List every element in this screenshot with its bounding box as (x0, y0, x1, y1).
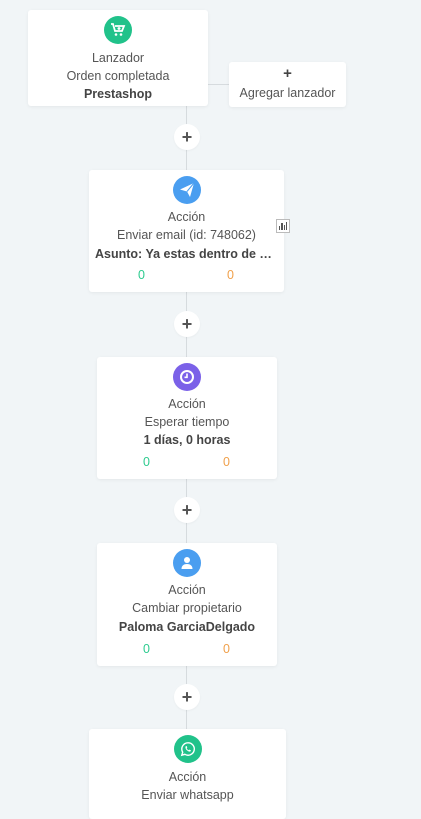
trigger-title: Lanzador (91, 51, 145, 65)
action-subtitle: Esperar tiempo (144, 415, 230, 429)
action-card-whatsapp[interactable]: Acción Enviar whatsapp (89, 729, 286, 819)
action-card-email[interactable]: Acción Enviar email (id: 748062) Asunto:… (89, 170, 284, 292)
action-card-wait[interactable]: Acción Esperar tiempo 1 días, 0 horas 0 … (97, 357, 277, 479)
trigger-source: Prestashop (83, 87, 153, 101)
add-step-button[interactable]: + (174, 497, 200, 523)
stat-sent: 0 (143, 455, 150, 469)
trigger-event: Orden completada (66, 69, 170, 83)
action-title: Acción (168, 397, 206, 411)
stats-chart-icon[interactable] (276, 219, 290, 233)
stat-sent: 0 (138, 268, 145, 282)
action-title: Acción (167, 210, 206, 224)
action-subtitle: Enviar email (id: 748062) (117, 228, 256, 242)
action-title: Acción (168, 583, 206, 597)
stat-sent: 0 (143, 642, 150, 656)
action-title: Acción (168, 770, 207, 784)
whatsapp-icon (173, 735, 202, 763)
stat-failed: 0 (227, 268, 234, 282)
clock-icon (173, 363, 201, 391)
plus-icon: + (181, 686, 193, 707)
add-trigger-button[interactable]: + Agregar lanzador (229, 62, 346, 107)
paper-plane-icon (172, 176, 201, 204)
action-subtitle: Enviar whatsapp (141, 788, 234, 802)
plus-icon: + (181, 499, 193, 520)
add-step-button[interactable]: + (174, 311, 200, 337)
cart-icon (104, 16, 132, 44)
action-detail: Asunto: Ya estas dentro de nu... (95, 247, 284, 261)
action-subtitle: Cambiar propietario (132, 601, 242, 615)
action-detail: 1 días, 0 horas (143, 433, 231, 447)
add-step-button[interactable]: + (174, 124, 200, 150)
trigger-card[interactable]: Lanzador Orden completada Prestashop (28, 10, 208, 106)
add-step-button[interactable]: + (174, 684, 200, 710)
stat-failed: 0 (223, 642, 230, 656)
add-trigger-label: Agregar lanzador (239, 86, 336, 100)
plus-icon: + (283, 65, 292, 82)
action-card-owner[interactable]: Acción Cambiar propietario Paloma Garcia… (97, 543, 277, 666)
plus-icon: + (181, 126, 193, 147)
plus-icon: + (181, 313, 193, 334)
user-icon (173, 549, 201, 577)
action-detail: Paloma GarciaDelgado (118, 620, 256, 634)
connector-line (208, 84, 230, 85)
stat-failed: 0 (223, 455, 230, 469)
